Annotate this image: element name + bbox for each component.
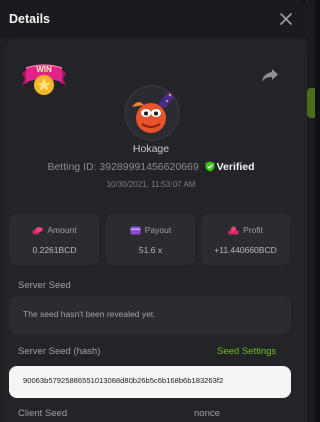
win-badge-icon: WIN (22, 64, 66, 95)
stat-amount-value: 0.2261BCD (32, 245, 77, 255)
seed-settings-link[interactable]: Seed Settings (217, 346, 276, 357)
stat-profit-value: +11.440660BCD (214, 245, 277, 255)
server-seed-hash-field[interactable]: 90063b57925886551013068d80b26b5c6b168b6b… (9, 366, 291, 398)
username: Hokage (132, 143, 170, 155)
bet-timestamp: 10/30/2021, 11:53:07 AM (106, 180, 196, 189)
stat-amount: Amount 0.2261BCD (10, 214, 99, 265)
avatar (124, 85, 180, 141)
stat-profit-header: Profit (201, 225, 290, 235)
server-seed-message: The seed hasn't been revealed yet. (23, 309, 156, 319)
client-seed-label: Client Seed (18, 408, 68, 419)
share-icon[interactable] (260, 66, 280, 84)
stat-amount-header: Amount (10, 225, 99, 235)
coins-icon (32, 227, 43, 235)
stat-payout-value: 51.6 x (138, 245, 163, 255)
betting-id-label: Betting ID: (47, 161, 97, 173)
stat-amount-label: Amount (47, 225, 77, 235)
modal-header: Details (0, 0, 306, 38)
server-seed-label: Server Seed (18, 280, 71, 291)
stat-profit: Profit +11.440660BCD (201, 214, 290, 265)
close-icon[interactable] (280, 13, 292, 25)
betting-id-value: 3928999145662066​9 (99, 161, 199, 173)
profit-icon (228, 226, 239, 235)
win-badge-text: WIN (36, 65, 52, 74)
stat-payout-label: Payout (144, 225, 172, 235)
background-accent (307, 88, 315, 118)
close-button[interactable] (276, 9, 296, 29)
stat-payout-header: Payout (106, 225, 195, 235)
betting-id-row: Betting ID: 3928999145662066​9 Verified (0, 161, 302, 173)
stat-profit-label: Profit (243, 225, 263, 235)
nonce-label: nonce (194, 408, 220, 419)
server-seed-hash-label: Server Seed (hash) (18, 346, 101, 357)
server-seed-hash-value[interactable]: 90063b57925886551013068d80b26b5c6b168b6b… (23, 376, 285, 385)
modal-title: Details (9, 12, 50, 26)
verified-shield-icon (205, 161, 215, 172)
stat-payout: Payout 51.6 x (106, 214, 195, 265)
verified-label: Verified (216, 161, 255, 173)
server-seed-box: The seed hasn't been revealed yet. (9, 296, 291, 334)
card-icon (130, 226, 141, 235)
